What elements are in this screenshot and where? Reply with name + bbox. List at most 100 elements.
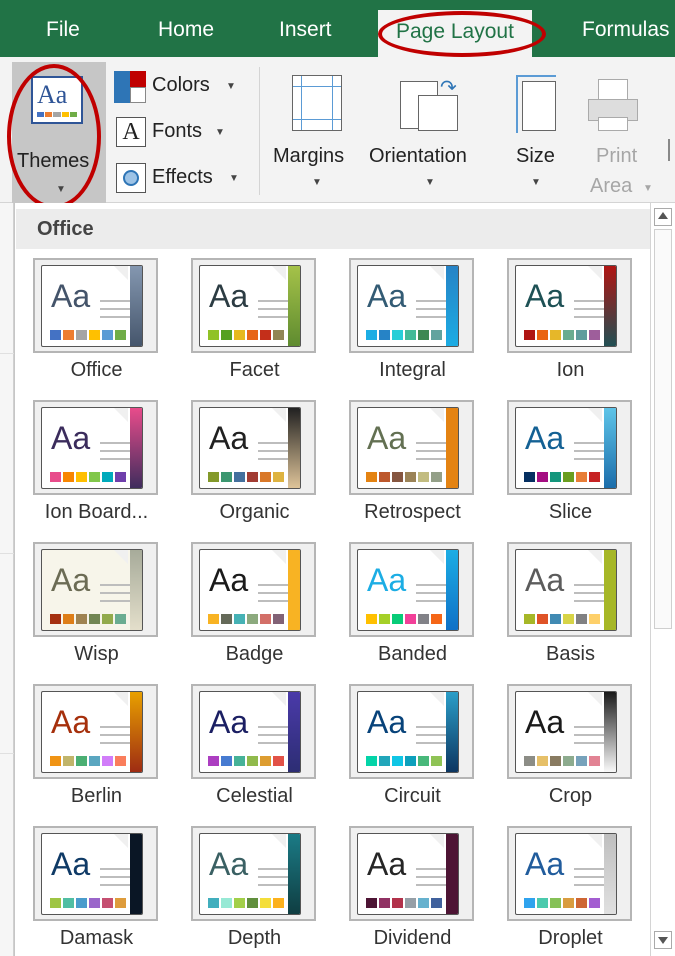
themes-icon: Aa (31, 76, 83, 124)
theme-swatch (273, 330, 284, 340)
theme-tile[interactable]: Aa Organic (189, 400, 324, 538)
effects-icon (116, 163, 146, 193)
scroll-track[interactable] (654, 229, 672, 629)
theme-tile[interactable]: Aa Facet (189, 258, 324, 396)
theme-tile[interactable]: Aa Retrospect (347, 400, 482, 538)
theme-text-line (416, 884, 446, 886)
theme-swatch (89, 330, 100, 340)
theme-accent-band (604, 408, 616, 488)
theme-swatch (76, 614, 87, 624)
theme-swatch (392, 472, 403, 482)
theme-text-line (416, 600, 446, 602)
ribbon-separator (259, 67, 260, 195)
theme-swatch (405, 756, 416, 766)
theme-preview-page: Aa (41, 833, 143, 915)
theme-name-label: Celestial (216, 785, 293, 807)
tab-formulas[interactable]: Formulas (582, 18, 670, 42)
theme-tile[interactable]: Aa Droplet (505, 826, 640, 956)
theme-accent-band (604, 834, 616, 914)
theme-swatch (247, 330, 258, 340)
theme-text-line (258, 600, 288, 602)
theme-tile[interactable]: Aa Banded (347, 542, 482, 680)
theme-swatch (260, 330, 271, 340)
page-fold-corner (272, 550, 286, 564)
theme-thumbnail: Aa (349, 400, 474, 495)
print-area-button[interactable]: Print Area ▼ (580, 67, 660, 197)
theme-swatch (379, 898, 390, 908)
theme-font-sample: Aa (367, 562, 407, 598)
tab-page-layout[interactable]: Page Layout (378, 10, 532, 58)
theme-text-line (100, 734, 130, 736)
theme-tile[interactable]: Aa Celestial (189, 684, 324, 822)
theme-text-line (258, 450, 288, 452)
page-fold-corner (588, 692, 602, 706)
worksheet-edge (0, 203, 14, 956)
theme-thumbnail: Aa (191, 826, 316, 921)
theme-font-sample: Aa (209, 278, 249, 314)
margins-icon (292, 75, 342, 131)
fonts-button[interactable]: A Fonts ▼ (112, 113, 247, 153)
gallery-scrollbar[interactable] (650, 203, 675, 956)
orientation-button[interactable]: ↷ Orientation ▼ (366, 67, 496, 197)
theme-text-line (100, 742, 130, 744)
tab-insert[interactable]: Insert (279, 18, 332, 42)
theme-accent-band (130, 692, 142, 772)
theme-swatch (208, 330, 219, 340)
theme-text-line (416, 742, 446, 744)
effects-button[interactable]: Effects ▼ (112, 159, 247, 199)
theme-accent-band (446, 266, 458, 346)
theme-tile[interactable]: Aa Basis (505, 542, 640, 680)
theme-swatch (50, 330, 61, 340)
margins-button[interactable]: Margins ▼ (270, 67, 366, 197)
theme-text-line (574, 300, 604, 302)
size-button[interactable]: Size ▼ (508, 67, 566, 197)
theme-tile[interactable]: Aa Integral (347, 258, 482, 396)
theme-tile[interactable]: Aa Crop (505, 684, 640, 822)
theme-text-line (100, 442, 130, 444)
theme-color-swatches (50, 472, 126, 482)
theme-color-swatches (366, 898, 442, 908)
theme-thumbnail: Aa (191, 258, 316, 353)
scroll-up-arrow[interactable] (654, 208, 672, 226)
theme-text-line (416, 726, 446, 728)
theme-swatch (260, 756, 271, 766)
theme-text-line (258, 584, 288, 586)
theme-accent-band (130, 550, 142, 630)
theme-accent-band (446, 834, 458, 914)
theme-tile[interactable]: Aa Circuit (347, 684, 482, 822)
tab-home[interactable]: Home (158, 18, 214, 42)
theme-accent-band (288, 266, 300, 346)
theme-tile[interactable]: Aa Badge (189, 542, 324, 680)
theme-text-line (100, 592, 130, 594)
theme-preview-page: Aa (199, 691, 301, 773)
themes-button[interactable]: Aa Themes ▼ (12, 62, 106, 205)
scroll-down-arrow[interactable] (654, 931, 672, 949)
theme-color-swatches (524, 898, 600, 908)
theme-tile[interactable]: Aa Office (31, 258, 166, 396)
colors-button[interactable]: Colors ▼ (112, 67, 247, 107)
theme-swatch (576, 756, 587, 766)
theme-tile[interactable]: Aa Berlin (31, 684, 166, 822)
theme-name-label: Dividend (373, 927, 452, 949)
tab-file[interactable]: File (46, 18, 80, 42)
theme-tile[interactable]: Aa Damask (31, 826, 166, 956)
theme-swatch (563, 330, 574, 340)
theme-tile[interactable]: Aa Wisp (31, 542, 166, 680)
size-caret: ▼ (531, 177, 541, 188)
theme-swatch (576, 614, 587, 624)
theme-tile[interactable]: Aa Slice (505, 400, 640, 538)
ribbon-overflow-edge (668, 139, 670, 161)
theme-swatch (366, 330, 377, 340)
theme-tile[interactable]: Aa Ion Board... (31, 400, 166, 538)
theme-tile[interactable]: Aa Depth (189, 826, 324, 956)
theme-text-line (574, 316, 604, 318)
theme-swatch (102, 898, 113, 908)
theme-swatch (524, 330, 535, 340)
theme-tile[interactable]: Aa Dividend (347, 826, 482, 956)
theme-swatch (63, 614, 74, 624)
theme-swatch (50, 614, 61, 624)
theme-swatch (115, 756, 126, 766)
theme-text-line (574, 734, 604, 736)
theme-font-sample: Aa (51, 704, 91, 740)
theme-tile[interactable]: Aa Ion (505, 258, 640, 396)
